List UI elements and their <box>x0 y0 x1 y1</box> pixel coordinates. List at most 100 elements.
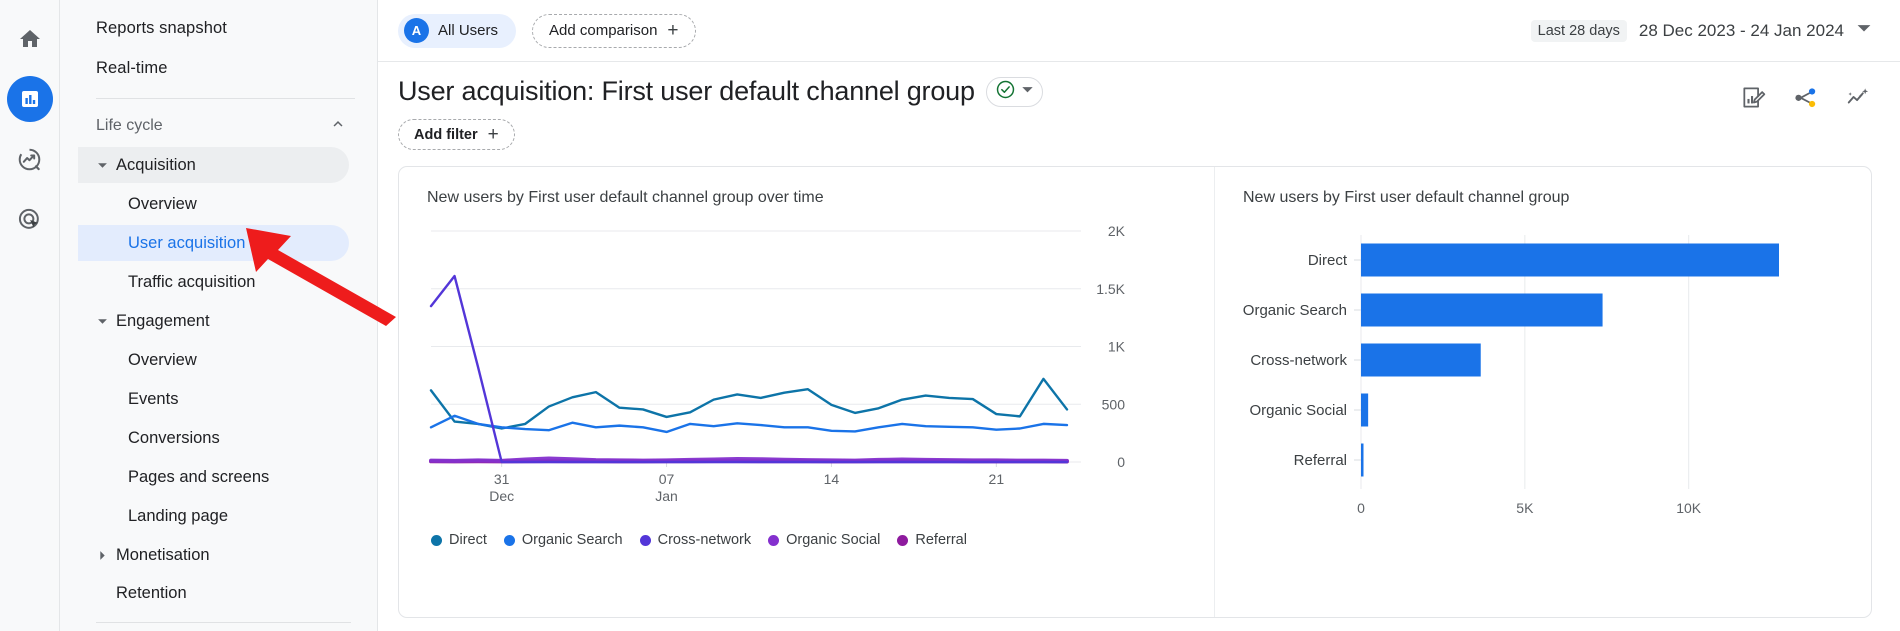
main-content: A All Users Add comparison + Last 28 day… <box>378 0 1900 631</box>
sidebar-item-label: Retention <box>116 583 187 602</box>
x-axis-tick-label: 5K <box>1516 500 1534 516</box>
sidebar-item-label: Real-time <box>96 58 168 77</box>
plus-icon: + <box>667 20 679 41</box>
sidebar-item-label: User acquisition <box>128 233 246 252</box>
rail-item-explore[interactable] <box>7 136 53 182</box>
sidebar-item-engagement-overview[interactable]: Overview <box>78 342 349 378</box>
advertising-target-icon <box>17 207 42 232</box>
sidebar-item-conversions[interactable]: Conversions <box>78 420 349 456</box>
icon-rail <box>0 0 60 631</box>
chevron-down-icon <box>1021 83 1034 101</box>
customise-report-icon[interactable] <box>1741 85 1766 115</box>
bar-organic-social[interactable] <box>1361 393 1369 427</box>
report-status-dropdown[interactable] <box>985 76 1043 107</box>
date-preset-badge: Last 28 days <box>1530 19 1627 42</box>
sidebar-item-events[interactable]: Events <box>78 381 349 417</box>
legend-colour-dot <box>431 534 442 546</box>
sidebar-item-label: Overview <box>128 194 197 213</box>
legend-label: Organic Search <box>521 532 623 548</box>
sidebar-item-label: Reports snapshot <box>96 18 227 37</box>
chevron-down-icon <box>1856 20 1872 41</box>
sidebar-item-reports-snapshot[interactable]: Reports snapshot <box>60 8 377 48</box>
line-chart-svg[interactable]: 0 500 1K 1.5K 2K 31Dec 07Jan 14 21 <box>427 217 1187 517</box>
date-range-selector[interactable]: Last 28 days 28 Dec 2023 - 24 Jan 2024 <box>1530 19 1872 42</box>
bar-chart-card: New users by First user default channel … <box>1215 167 1871 617</box>
bar-chart-title: New users by First user default channel … <box>1243 189 1570 206</box>
y-axis-tick-label: 1.5K <box>1096 281 1125 297</box>
bar-direct[interactable] <box>1361 243 1779 277</box>
legend-item-organic-search[interactable]: Organic Search <box>503 532 623 548</box>
legend-colour-dot <box>503 534 515 546</box>
x-axis-tick-label: 10K <box>1676 500 1702 516</box>
line-chart-card: New users by First user default channel … <box>399 167 1215 617</box>
sidebar-item-traffic-acquisition[interactable]: Traffic acquisition <box>78 264 349 300</box>
line-series-direct <box>429 377 1069 430</box>
bar-category-label: Direct <box>1308 252 1348 269</box>
line-chart-area[interactable]: 0 500 1K 1.5K 2K 31 Dec 07 Jan 14 21 <box>427 217 1186 522</box>
sidebar-item-retention[interactable]: Retention <box>78 575 349 611</box>
bar-category-label: Organic Search <box>1243 302 1347 319</box>
bar-category-label: Referral <box>1294 452 1347 469</box>
share-icon[interactable] <box>1793 85 1818 115</box>
home-icon <box>18 27 42 51</box>
x-axis-tick-label: 14 <box>824 471 840 487</box>
all-users-chip[interactable]: A All Users <box>398 13 517 48</box>
comparison-toolbar: A All Users Add comparison + Last 28 day… <box>378 0 1900 62</box>
rail-item-advertising[interactable] <box>7 196 53 242</box>
legend-item-referral[interactable]: Referral <box>897 532 967 548</box>
page-title: User acquisition: First user default cha… <box>398 76 975 106</box>
bar-cross-network[interactable] <box>1361 343 1481 377</box>
bar-chart-icon <box>18 87 42 111</box>
sidebar-item-user-acquisition[interactable]: User acquisition <box>78 225 349 261</box>
sidebar-item-label: Pages and screens <box>128 467 270 486</box>
sidebar-item-label: Overview <box>128 350 197 369</box>
legend-colour-dot <box>639 534 651 546</box>
report-cards: New users by First user default channel … <box>398 166 1872 618</box>
caret-down-icon <box>94 160 110 171</box>
rail-item-reports[interactable] <box>6 76 53 122</box>
legend-label: Cross-network <box>657 532 752 548</box>
sidebar-group-engagement[interactable]: Engagement <box>78 303 349 339</box>
line-chart-legend: Direct Organic Search Cross-network Organic… <box>427 532 1186 548</box>
date-range-text: 28 Dec 2023 - 24 Jan 2024 <box>1638 20 1844 40</box>
legend-label: Organic Social <box>786 532 881 548</box>
legend-item-organic-social[interactable]: Organic Social <box>768 532 880 548</box>
bar-category-label: Organic Social <box>1249 402 1347 419</box>
sidebar-item-real-time[interactable]: Real-time <box>60 48 377 88</box>
sidebar-item-acquisition-overview[interactable]: Overview <box>78 186 349 222</box>
legend-colour-dot <box>768 534 780 546</box>
line-chart-title: New users by First user default channel … <box>427 189 824 206</box>
y-axis-tick-label: 0 <box>1117 454 1125 470</box>
y-axis-tick-label: 2K <box>1108 223 1126 239</box>
add-filter-button[interactable]: Add filter + <box>398 119 515 150</box>
sidebar-item-landing-page[interactable]: Landing page <box>78 498 349 534</box>
bar-chart-svg[interactable]: 0 5K 10K Direct Organic Search Cross-network O… <box>1243 217 1853 547</box>
add-comparison-button[interactable]: Add comparison + <box>532 13 696 48</box>
legend-colour-dot <box>897 534 909 546</box>
sidebar-item-label: Conversions <box>128 428 220 447</box>
reports-sidebar: Reports snapshot Real-time Life cycle Ac… <box>60 0 378 631</box>
sidebar-group-label: Acquisition <box>116 155 196 174</box>
bar-organic-search[interactable] <box>1361 293 1603 327</box>
sidebar-item-pages-and-screens[interactable]: Pages and screens <box>78 459 349 495</box>
x-axis-tick-label: 0 <box>1357 500 1365 516</box>
chevron-up-icon <box>329 115 347 138</box>
sidebar-section-life-cycle[interactable]: Life cycle <box>60 107 377 145</box>
legend-item-direct[interactable]: Direct <box>431 532 487 548</box>
sidebar-bottom-divider <box>96 622 351 623</box>
y-axis-tick-label: 1K <box>1108 339 1126 355</box>
insights-icon[interactable] <box>1845 84 1872 116</box>
y-axis-tick-label: 500 <box>1102 396 1126 412</box>
x-axis-tick-label: Jan <box>655 488 678 504</box>
caret-down-icon <box>94 316 110 327</box>
explore-icon <box>17 147 42 172</box>
bar-chart-area[interactable]: 0 5K 10K Direct Organic Search Cross-network O… <box>1243 217 1853 552</box>
rail-item-home[interactable] <box>7 16 53 62</box>
sidebar-group-monetisation[interactable]: Monetisation <box>78 537 349 573</box>
legend-item-cross-network[interactable]: Cross-network <box>639 532 752 548</box>
x-axis-tick-label: 31 <box>494 471 510 487</box>
sidebar-group-acquisition[interactable]: Acquisition <box>78 147 349 183</box>
analytics-app: Reports snapshot Real-time Life cycle Ac… <box>0 0 1900 631</box>
x-axis-tick-label: 21 <box>989 471 1005 487</box>
bar-referral[interactable] <box>1361 443 1364 477</box>
